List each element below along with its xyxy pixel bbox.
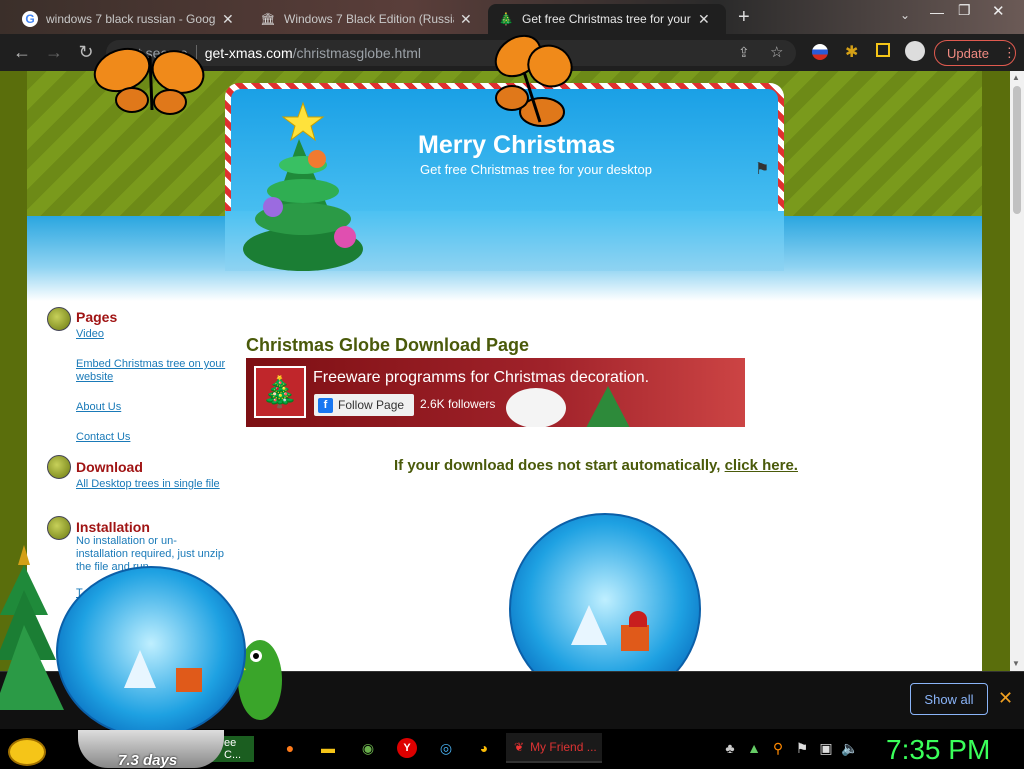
fb-page-name[interactable]: Freeware programms for Christmas decorat… — [313, 369, 649, 387]
profile-avatar-icon[interactable] — [905, 41, 925, 61]
close-window-icon[interactable]: ✕ — [992, 2, 1005, 20]
show-all-label: Show all — [924, 691, 974, 707]
scrollbar-thumb[interactable] — [1013, 86, 1021, 214]
google-icon: G — [22, 11, 38, 27]
follower-count: 2.6K followers — [420, 397, 496, 411]
follow-page-button[interactable]: f Follow Page — [314, 394, 414, 416]
app-icon: ❦ — [514, 740, 525, 754]
scroll-up-icon[interactable]: ▲ — [1012, 73, 1020, 82]
tray-tree-icon[interactable]: ♣ — [720, 738, 740, 758]
firefox-icon[interactable]: ● — [280, 738, 300, 758]
banner-subtitle: Get free Christmas tree for your desktop — [420, 162, 652, 177]
yandex-icon[interactable]: Y — [397, 738, 417, 758]
sidepanel-icon[interactable] — [876, 43, 890, 57]
facebook-icon: f — [318, 397, 333, 413]
butterfly-icon — [93, 47, 205, 115]
search-app-icon[interactable]: ◎ — [436, 738, 456, 758]
back-icon[interactable]: ← — [8, 39, 36, 67]
facebook-page-widget[interactable]: 🎄 Freeware programms for Christmas decor… — [246, 358, 745, 427]
sidebar-link-embed[interactable]: Embed Christmas tree on your website — [76, 358, 226, 384]
share-icon[interactable]: ⇪ — [738, 44, 750, 61]
smiley-icon[interactable] — [8, 738, 46, 766]
close-tab-icon[interactable]: ✕ — [222, 11, 234, 28]
tab-title: windows 7 black russian - Googl — [46, 12, 216, 26]
close-tab-icon[interactable]: ✕ — [698, 11, 710, 28]
extension-flag-icon[interactable] — [812, 44, 828, 60]
follow-label: Follow Page — [338, 398, 405, 412]
bell-icon — [47, 455, 71, 479]
tray-tree-icon[interactable]: ▲ — [744, 738, 764, 758]
url-path: /christmasglobe.html — [292, 45, 422, 61]
restore-icon[interactable]: ❐ — [958, 2, 971, 19]
sidebar-heading-download: Download — [76, 459, 143, 475]
taskbar-app-label: ee C... — [224, 737, 242, 761]
tree-decoration — [586, 386, 630, 427]
show-all-button[interactable]: Show all — [910, 683, 988, 715]
gadget-countdown-label: 7.3 days — [118, 752, 178, 769]
sidebar-link-contact[interactable]: Contact Us — [76, 431, 226, 444]
chrome-icon[interactable]: ◕ — [474, 738, 494, 758]
bell-icon — [47, 307, 71, 331]
minimize-icon[interactable]: — — [930, 4, 944, 20]
page-title: Christmas Globe Download Page — [246, 335, 530, 355]
taskbar-clock[interactable]: 7:35 PM — [886, 734, 990, 766]
volume-icon[interactable]: 🔈 — [840, 738, 860, 758]
bell-icon — [47, 516, 71, 540]
update-label: Update — [947, 45, 989, 61]
download-message-text: If your download does not start automati… — [394, 457, 725, 474]
network-icon[interactable]: ▣ — [816, 738, 836, 758]
browser-icon[interactable]: ◉ — [358, 738, 378, 758]
update-button[interactable]: Update ⋮ — [934, 40, 1016, 66]
archive-icon: 🏛 — [260, 12, 276, 26]
sidebar-link-about[interactable]: About Us — [76, 401, 226, 414]
gift-icon — [176, 668, 202, 692]
tab-title: Get free Christmas tree for your — [522, 12, 691, 26]
forward-icon[interactable]: → — [40, 39, 68, 67]
butterfly-icon — [494, 34, 573, 127]
gadget-snow-globe — [56, 566, 246, 738]
tab-archive[interactable]: 🏛 Windows 7 Black Edition (Russia ✕ — [250, 4, 486, 34]
snowy-tree-icon — [124, 650, 156, 688]
page-thumbnail-icon: 🎄 — [254, 366, 306, 418]
scroll-down-icon[interactable]: ▼ — [1012, 659, 1020, 668]
taskbar-app-label: My Friend ... — [530, 740, 597, 754]
sidebar-link-all-trees[interactable]: All Desktop trees in single file — [76, 478, 226, 491]
tab-title: Windows 7 Black Edition (Russia — [284, 12, 454, 26]
gift-icon — [621, 625, 649, 651]
url-domain: get-xmas.com — [204, 45, 293, 61]
santa-hat-icon — [629, 611, 647, 627]
action-center-icon[interactable]: ⚑ — [792, 738, 812, 758]
download-message: If your download does not start automati… — [394, 457, 798, 474]
sidebar-heading-pages: Pages — [76, 309, 118, 325]
tree-icon: 🎄 — [498, 12, 514, 26]
sidebar-link-video[interactable]: Video — [76, 328, 226, 341]
christmas-tree-icon — [243, 101, 363, 271]
click-here-link[interactable]: click here. — [725, 457, 798, 474]
sidebar-heading-installation: Installation — [76, 519, 150, 535]
tab-google[interactable]: G windows 7 black russian - Googl ✕ — [12, 4, 248, 34]
chevron-down-icon[interactable]: ⌄ — [900, 8, 910, 22]
flag-icon: ⚑ — [755, 161, 770, 178]
tray-search-icon[interactable]: ⚲ — [768, 738, 788, 758]
menu-icon: ⋮ — [1002, 45, 1016, 60]
close-tab-icon[interactable]: ✕ — [460, 11, 472, 28]
address-bar[interactable]: Not secure get-xmas.com /christmasglobe.… — [106, 40, 796, 66]
taskbar-app-my-friend[interactable]: ❦ My Friend ... — [506, 733, 602, 763]
bookmark-star-icon[interactable]: ☆ — [770, 43, 783, 61]
snowy-tree-icon — [571, 605, 607, 645]
snowman-decoration — [506, 388, 566, 427]
puzzle-icon[interactable]: ✱ — [845, 42, 858, 62]
folder-icon[interactable]: ▬ — [318, 738, 338, 758]
close-shelf-icon[interactable]: ✕ — [998, 688, 1013, 709]
new-tab-icon[interactable]: + — [738, 6, 750, 29]
snow-globe-image — [509, 513, 701, 671]
